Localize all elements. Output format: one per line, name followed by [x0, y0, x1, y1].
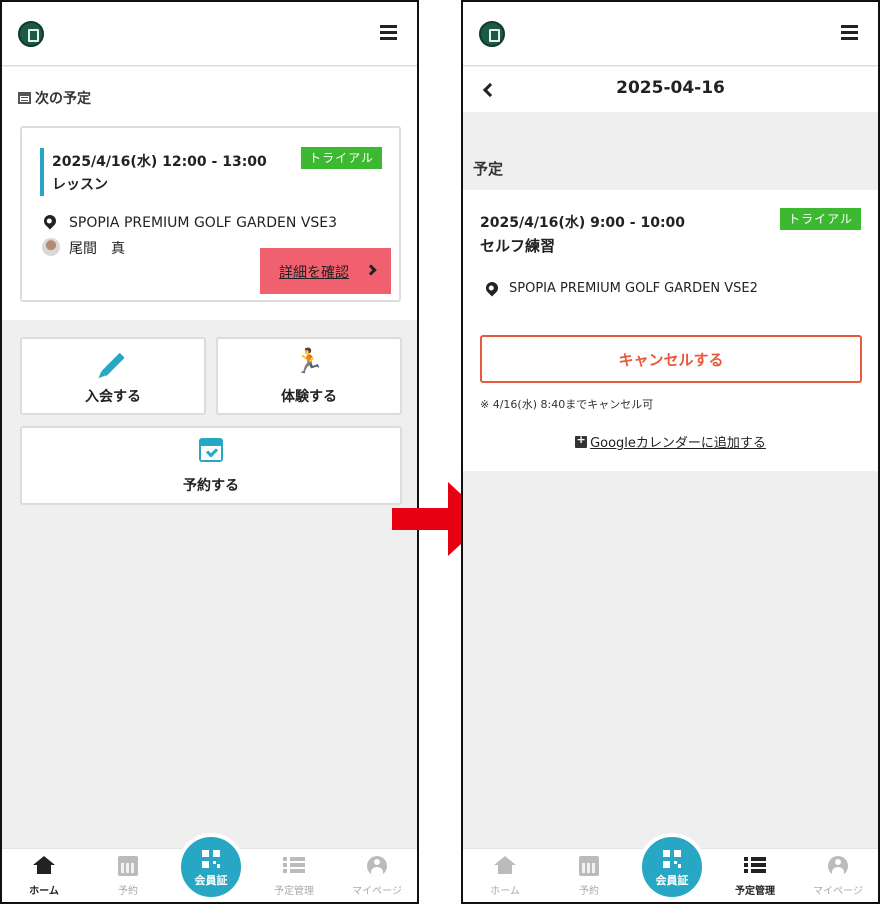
card-accent-bar: [40, 148, 44, 196]
venue-name: SPOPIA PREMIUM GOLF GARDEN VSE3: [69, 215, 338, 231]
chevron-right-icon: [365, 264, 377, 276]
next-schedule-title: 次の予定: [35, 91, 91, 107]
nav-schedule[interactable]: 予定管理: [252, 849, 336, 902]
nav-mypage[interactable]: マイページ: [335, 849, 417, 902]
nav-mypage-label: マイページ: [813, 886, 863, 897]
schedule-type: セルフ練習: [480, 237, 556, 255]
cancel-button[interactable]: キャンセルする: [480, 335, 862, 383]
app-header: [463, 2, 878, 66]
user-icon: [828, 856, 848, 876]
pencil-icon: [101, 352, 125, 377]
cancel-deadline-note: ※ 4/16(水) 8:40までキャンセル可: [480, 398, 654, 411]
nav-home-label: ホーム: [29, 886, 59, 897]
view-details-label: 詳細を確認: [279, 265, 349, 281]
nav-reserve[interactable]: 予約: [86, 849, 170, 902]
reserve-tile[interactable]: 予約する: [20, 426, 402, 505]
bottom-nav: ホーム 予約 会員証 予定管理 マイページ: [2, 833, 417, 902]
list-icon: [744, 856, 766, 874]
home-icon: [494, 856, 516, 874]
schedule-card: 2025/4/16(水) 12:00 - 13:00 レッスン トライアル SP…: [20, 126, 401, 302]
calendar-plus-icon: [575, 433, 588, 448]
hamburger-menu-icon[interactable]: [380, 25, 397, 40]
nav-schedule-label: 予定管理: [735, 886, 775, 897]
nav-home[interactable]: ホーム: [463, 849, 547, 902]
member-card-button[interactable]: 会員証: [177, 833, 245, 901]
home-icon: [33, 856, 55, 874]
arrow-shaft: [392, 508, 450, 530]
trial-label: 体験する: [281, 389, 337, 405]
date-header: 2025-04-16: [463, 67, 878, 112]
reserve-label: 予約する: [183, 478, 239, 494]
calendar-icon: [118, 856, 138, 876]
member-card-button[interactable]: 会員証: [638, 833, 706, 901]
app-header: [2, 2, 417, 66]
list-icon: [283, 856, 305, 874]
nav-mypage[interactable]: マイページ: [796, 849, 878, 902]
home-screen: 次の予定 2025/4/16(水) 12:00 - 13:00 レッスン トライ…: [0, 0, 419, 904]
hamburger-menu-icon[interactable]: [841, 25, 858, 40]
bottom-nav: ホーム 予約 会員証 予定管理 マイページ: [463, 833, 878, 902]
qr-code-icon: [202, 850, 220, 868]
schedule-detail-panel: 2025/4/16(水) 9:00 - 10:00 セルフ練習 トライアル SP…: [463, 190, 878, 471]
user-icon: [367, 856, 387, 876]
trial-badge: トライアル: [301, 147, 382, 169]
join-label: 入会する: [85, 389, 141, 405]
schedule-type: レッスン: [52, 177, 108, 193]
schedule-section-label: 予定: [473, 160, 504, 178]
nav-home[interactable]: ホーム: [2, 849, 86, 902]
member-card-label: 会員証: [655, 874, 689, 887]
location-pin-icon: [483, 279, 501, 297]
schedule-detail-screen: 2025-04-16 予定 2025/4/16(水) 9:00 - 10:00 …: [461, 0, 880, 904]
calendar-icon: [579, 856, 599, 876]
join-tile[interactable]: 入会する: [20, 337, 206, 415]
qr-code-icon: [663, 850, 681, 868]
trial-badge: トライアル: [780, 208, 861, 230]
nav-home-label: ホーム: [490, 886, 520, 897]
nav-schedule[interactable]: 予定管理: [713, 849, 797, 902]
add-google-calendar-label: Googleカレンダーに追加する: [590, 436, 766, 451]
venue-name: SPOPIA PREMIUM GOLF GARDEN VSE2: [509, 281, 758, 296]
location-pin-icon: [41, 212, 59, 230]
view-details-button[interactable]: 詳細を確認: [260, 248, 391, 294]
logo-icon[interactable]: [479, 21, 505, 47]
nav-mypage-label: マイページ: [352, 886, 402, 897]
trial-tile[interactable]: 🏃 体験する: [216, 337, 402, 415]
schedule-datetime: 2025/4/16(水) 9:00 - 10:00: [480, 215, 686, 231]
nav-reserve-label: 予約: [118, 886, 138, 897]
logo-icon[interactable]: [18, 21, 44, 47]
nav-schedule-label: 予定管理: [274, 886, 314, 897]
calendar-check-icon: [199, 438, 223, 462]
runner-icon: 🏃: [294, 347, 324, 375]
next-schedule-heading: 次の予定: [18, 88, 91, 108]
calendar-icon: [18, 92, 31, 104]
page-title: 2025-04-16: [616, 78, 725, 98]
schedule-datetime: 2025/4/16(水) 12:00 - 13:00: [52, 154, 267, 170]
nav-reserve-label: 予約: [579, 886, 599, 897]
member-card-label: 会員証: [194, 874, 228, 887]
add-google-calendar-link[interactable]: Googleカレンダーに追加する: [463, 432, 878, 451]
coach-name: 尾間 真: [69, 241, 125, 257]
coach-avatar: [42, 238, 60, 256]
nav-reserve[interactable]: 予約: [547, 849, 631, 902]
